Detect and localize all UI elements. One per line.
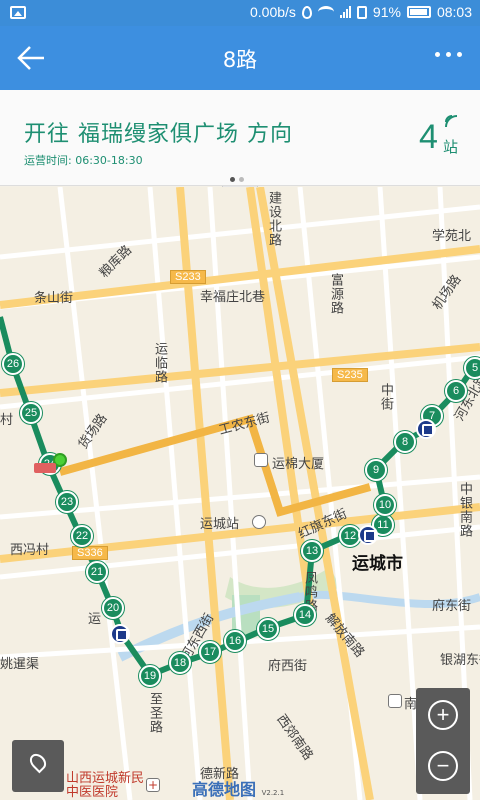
card-pager[interactable] <box>230 177 244 182</box>
locate-me-button[interactable] <box>12 740 64 792</box>
zoom-out-button[interactable]: − <box>428 751 458 781</box>
realtime-signal-icon <box>444 115 458 128</box>
station-icon <box>252 515 266 529</box>
bus-marker[interactable] <box>110 624 130 644</box>
route-stop[interactable]: 13 <box>301 540 323 562</box>
route-stop[interactable]: 9 <box>365 459 387 481</box>
route-stop[interactable]: 20 <box>102 597 124 619</box>
route-stop[interactable]: 10 <box>374 494 396 516</box>
more-options-icon[interactable] <box>435 52 462 57</box>
label-yunmian: 运棉大厦 <box>272 457 325 472</box>
app-bar: 8路 <box>0 26 480 90</box>
status-right-group: 0.00b/s 91% 08:03 <box>250 4 472 20</box>
location-pin-icon <box>26 750 50 774</box>
wifi-icon <box>317 6 334 18</box>
label-yuncheng-station: 运城站 <box>200 517 240 532</box>
hours-label: 运营时间: <box>24 154 72 167</box>
label-tiaoshan: 条山街 <box>34 291 74 306</box>
gallery-notification-icon <box>10 6 26 19</box>
label-fudong: 府东街 <box>432 599 472 614</box>
clock: 08:03 <box>436 4 472 20</box>
operating-hours: 运营时间: 06:30-18:30 <box>24 152 143 168</box>
route-stop[interactable]: 15 <box>257 618 279 640</box>
station-flag-icon <box>34 463 56 473</box>
net-speed: 0.00b/s <box>249 4 296 20</box>
route-stop[interactable]: 14 <box>294 604 316 626</box>
route-stop[interactable]: 6 <box>445 380 467 402</box>
route-title: 8路 <box>222 48 258 72</box>
label-jianshe: 建设北路 <box>266 191 281 247</box>
label-yun: 运 <box>88 612 102 627</box>
label-zhongyin: 中银南路 <box>457 482 472 538</box>
route-stop[interactable]: 22 <box>71 525 93 547</box>
road-tag-s235: S235 <box>332 368 368 382</box>
label-fuyuan: 富源路 <box>328 273 343 315</box>
label-yaoxian: 姚暹渠 <box>0 657 40 672</box>
signal-icon <box>339 6 351 18</box>
route-stop[interactable]: 8 <box>394 431 416 453</box>
school-icon <box>388 694 402 708</box>
route-stop[interactable]: 16 <box>224 630 246 652</box>
label-zhongjie: 中街 <box>378 383 393 411</box>
amap-version: V2.2.1 <box>261 789 285 797</box>
zoom-controls: + − <box>416 688 470 794</box>
sim-icon <box>356 5 367 19</box>
label-xingfu: 幸福庄北巷 <box>200 290 266 305</box>
amap-logo-text: 高德地图 <box>192 780 257 799</box>
hours-value: 06:30-18:30 <box>75 154 143 167</box>
battery-icon <box>406 6 431 18</box>
label-fuxi: 府西街 <box>268 659 308 674</box>
amap-logo: 高德地图 V2.2.1 <box>192 776 284 800</box>
location-icon <box>301 5 312 19</box>
label-hospital: 山西运城新民中医医院 <box>66 771 145 800</box>
label-cun: 村 <box>0 413 14 428</box>
route-stop[interactable]: 19 <box>139 665 161 687</box>
route-info-card[interactable]: 开往 福瑞缦家俱广场 方向 运营时间: 06:30-18:30 4 站 <box>0 90 480 186</box>
eta-unit: 站 <box>442 138 458 156</box>
zoom-in-button[interactable]: + <box>428 700 458 730</box>
building-icon <box>254 453 268 467</box>
label-zhisheng: 至圣路 <box>147 692 162 734</box>
label-yuanlin: 运临路 <box>152 342 167 384</box>
eta-stops: 4 站 <box>418 115 458 157</box>
road-tag-s233: S233 <box>170 270 206 284</box>
city-label: 运城市 <box>352 554 403 574</box>
label-xifeng: 西冯村 <box>10 543 50 558</box>
label-xueyuan: 学苑北 <box>432 229 472 244</box>
map-view[interactable]: 学苑北 粮库路 条山街 幸福庄北巷 富源路 机场路 运临路 货场路 工农东街 运… <box>0 187 480 800</box>
battery-percent: 91% <box>372 4 401 20</box>
route-stop[interactable]: 17 <box>199 641 221 663</box>
bus-marker[interactable] <box>358 525 378 545</box>
status-bar: 0.00b/s 91% 08:03 <box>0 0 480 26</box>
eta-count: 4 <box>418 118 438 156</box>
route-stop[interactable]: 21 <box>86 561 108 583</box>
hospital-icon: + <box>146 778 160 792</box>
road-tag-s336: S336 <box>72 546 108 560</box>
route-stop[interactable]: 25 <box>20 402 42 424</box>
bus-marker[interactable] <box>416 419 436 439</box>
route-stop[interactable]: 26 <box>2 353 24 375</box>
route-stop[interactable]: 23 <box>56 491 78 513</box>
route-direction: 开往 福瑞缦家俱广场 方向 <box>24 122 293 147</box>
route-stop[interactable]: 5 <box>464 357 480 379</box>
route-stop[interactable]: 18 <box>169 652 191 674</box>
label-yinhu: 银湖东街 <box>440 653 480 668</box>
